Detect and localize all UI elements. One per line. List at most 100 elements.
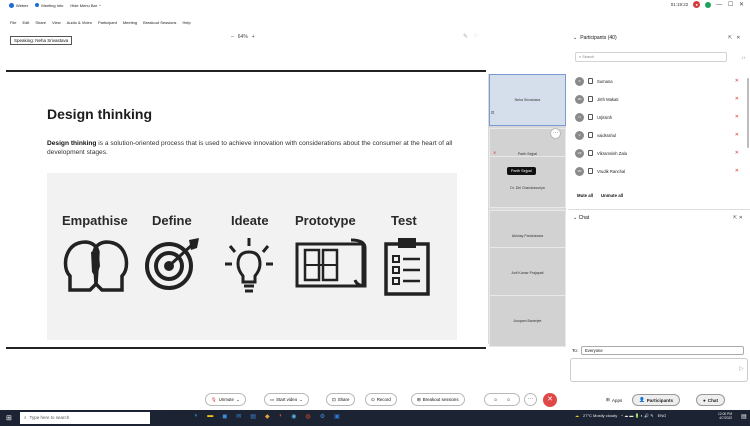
menu-edit[interactable]: Edit (22, 20, 29, 28)
cortana-icon[interactable]: ○ (168, 413, 172, 420)
video-tile[interactable]: Anil Kumar Prajapati (489, 247, 566, 299)
annotate-icon[interactable]: ✎ (463, 33, 468, 40)
muted-mic-icon[interactable]: ✕ (735, 168, 739, 174)
muted-mic-icon[interactable]: ✕ (735, 150, 739, 156)
close-icon[interactable]: ✕ (739, 215, 743, 221)
chat-header[interactable]: ⌄ Chat (573, 215, 589, 221)
unmute-label: Unmute (218, 397, 234, 402)
video-tile-name: Anupam Banerjee (513, 319, 542, 323)
tray-icons[interactable]: ^ ☁ ▬ 🔋 ◐ 🔊 ✎ (621, 413, 653, 418)
unmute-button[interactable]: 🎙 Unmute ⌄ (205, 393, 246, 406)
breakout-label: Breakout sessions (422, 397, 459, 402)
connection-status-icon[interactable] (705, 1, 712, 8)
participants-scrollbar[interactable] (747, 78, 749, 148)
participant-name: Vrudik Ranchal (597, 168, 626, 174)
chrome-icon[interactable]: ◍ (305, 413, 310, 420)
stage-tools: ✎ ◌ (463, 33, 478, 40)
avatar: S (575, 76, 584, 86)
muted-mic-icon[interactable]: ✕ (735, 96, 739, 102)
apps-icon: ⊞ (606, 397, 610, 402)
menu-file[interactable]: File (10, 20, 16, 28)
send-icon[interactable]: ▷ (739, 365, 744, 372)
file-explorer-icon[interactable]: ▬ (207, 413, 213, 420)
mute-controls: Mute all Unmute all (577, 193, 623, 198)
device-icon (588, 114, 593, 120)
breakout-icon: ⊞ (417, 396, 421, 402)
participant-row[interactable]: S Sumana ✕ (575, 72, 743, 90)
settings-icon[interactable]: ⚙ (320, 413, 325, 420)
menu-participant[interactable]: Participant (98, 20, 117, 28)
taskbar-search-input[interactable]: ⌕ Type here to search (20, 412, 150, 424)
unmute-all-button[interactable]: Unmute all (601, 193, 623, 198)
start-icon[interactable]: ⊞ (6, 414, 12, 422)
muted-mic-icon[interactable]: ✕ (735, 78, 739, 84)
tile-more-options-button[interactable]: ··· (550, 128, 561, 139)
menu-help[interactable]: Help (182, 20, 190, 28)
more-options-button[interactable]: ··· (524, 393, 537, 406)
record-button[interactable]: ⊙ Record (365, 393, 397, 406)
participant-search-input[interactable]: ⌕ Search (575, 52, 727, 62)
hide-menu-bar-button[interactable]: Hide Menu Bar ^ (70, 3, 101, 8)
participants-header[interactable]: ⌄ Participants (40) (573, 35, 617, 41)
task-view-icon[interactable]: ⊟ (181, 413, 186, 420)
fullscreen-icon[interactable]: ◌ (474, 33, 478, 40)
video-tile[interactable]: Neha Srivastava (489, 74, 566, 126)
close-icon[interactable]: ✕ (736, 35, 740, 41)
muted-mic-icon[interactable]: ✕ (735, 132, 739, 138)
chat-button[interactable]: ● Chat (696, 394, 725, 406)
menu-view[interactable]: View (52, 20, 61, 28)
participant-row[interactable]: V vaidsrahul ✕ (575, 126, 743, 144)
window-controls[interactable]: — ☐ ✕ (716, 1, 746, 8)
apps-button[interactable]: ⊞ Apps (600, 394, 628, 406)
webex-taskbar-icon[interactable]: ◉ (291, 413, 296, 420)
popout-icon[interactable]: ⇱ (728, 35, 732, 41)
participants-button[interactable]: 👤 Participants (632, 394, 681, 406)
weather-icon: ☁ (575, 413, 579, 418)
muted-mic-icon[interactable]: ✕ (735, 114, 739, 120)
mute-all-button[interactable]: Mute all (577, 193, 593, 198)
raise-hand-icon: ☺ (506, 397, 511, 402)
zoom-out-button[interactable]: – (231, 34, 234, 40)
chat-message-input[interactable] (570, 358, 748, 382)
edge-icon[interactable]: ◐ (195, 413, 199, 420)
menu-audio-video[interactable]: Audio & Video (67, 20, 92, 28)
meeting-info-button[interactable]: Meeting Info (35, 3, 63, 8)
weather-text[interactable]: 27°C Mostly cloudy (583, 413, 617, 418)
breakout-sessions-button[interactable]: ⊞ Breakout sessions (411, 393, 465, 406)
menu-meeting[interactable]: Meeting (123, 20, 137, 28)
participant-row[interactable]: VR Vrudik Ranchal ✕ (575, 162, 743, 180)
participant-list: S Sumana ✕ JM Jirth Makati ✕ U Urjitsinh… (575, 72, 743, 180)
mail-icon[interactable]: ✉ (236, 413, 241, 420)
share-button[interactable]: ⊡ Share (326, 393, 356, 406)
chevron-down-icon: ⌄ (573, 35, 578, 41)
notifications-icon[interactable]: ▤ (741, 413, 747, 420)
slide-top-rule (6, 70, 486, 72)
participant-row[interactable]: JM Jirth Makati ✕ (575, 90, 743, 108)
recording-indicator-icon[interactable]: ● (693, 1, 701, 8)
participant-row[interactable]: U Urjitsinh ✕ (575, 108, 743, 126)
start-video-button[interactable]: ▭ Start video ⌄ (264, 393, 309, 406)
zoom-in-button[interactable]: + (252, 34, 255, 40)
video-tile[interactable]: Anupam Banerjee (489, 295, 566, 347)
popout-icon[interactable]: ⇱ (733, 215, 737, 221)
participants-label: Participants (646, 397, 674, 403)
language-indicator[interactable]: ENG (658, 413, 667, 418)
reactions-button[interactable]: ☺ ☺ (484, 393, 520, 406)
menu-share[interactable]: Share (35, 20, 46, 28)
word-icon[interactable]: ▤ (250, 413, 256, 420)
video-tile[interactable]: Dr. Dhl Chandrasuriya (489, 156, 566, 208)
info-icon (35, 3, 40, 7)
powerpoint-icon[interactable]: ◗ (279, 413, 283, 420)
menu-breakout-sessions[interactable]: Breakout Sessions (143, 20, 176, 28)
app-icon[interactable]: ◆ (265, 413, 270, 420)
sort-icon[interactable]: ↓↑ (741, 55, 745, 60)
outlook-icon[interactable]: ▣ (334, 413, 340, 420)
webex-logo-icon (9, 2, 14, 8)
device-icon (588, 78, 593, 84)
recipient-select[interactable]: Everyone (581, 346, 745, 355)
leave-meeting-button[interactable]: ✕ (543, 393, 557, 407)
search-placeholder: Search (582, 55, 595, 59)
taskbar-clock[interactable]: 12:00 PM 4/7/2022 (718, 412, 732, 420)
store-icon[interactable]: ◼ (222, 413, 227, 420)
participant-row[interactable]: VZ Vikramsinh Zala ✕ (575, 144, 743, 162)
